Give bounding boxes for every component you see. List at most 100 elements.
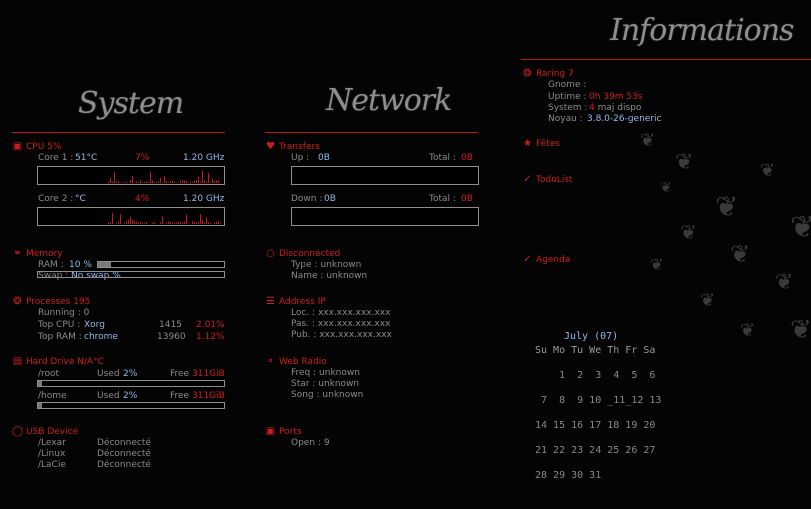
cpu-graph-bar [116, 181, 117, 183]
cpu-graph-bar [166, 181, 167, 183]
transfer-icon: ♥ [266, 141, 275, 152]
cpu-graph-bar [174, 181, 175, 183]
system-heading: System [78, 86, 184, 121]
cpu-graph-bar [218, 180, 219, 183]
freq-row: Freq : unknown [291, 368, 360, 378]
top-ram-name: chrome [84, 332, 118, 342]
up-label: Up : [291, 153, 310, 163]
cpu-graph-bar [174, 222, 175, 224]
cpu-graph-bar [180, 221, 181, 224]
up-total: 0B [461, 153, 473, 163]
cpu-graph-bar [170, 181, 171, 183]
calendar-week: 1 2 3 4 5 6 [535, 370, 656, 381]
cpu-graph-bar [204, 180, 205, 183]
cpu-graph-bar [176, 182, 177, 183]
leaf-icon: ❦ [790, 210, 811, 245]
cpu-graph-bar [154, 222, 155, 224]
down-total-label: Total : [429, 194, 456, 204]
cpu-graph-bar [200, 181, 201, 183]
core1-pct: 7% [135, 153, 150, 163]
leaf-icon: ❦ [775, 270, 794, 295]
cpu-graph-bar [144, 182, 145, 183]
top-cpu-pct: 2.01% [196, 320, 225, 330]
upload-graph [291, 166, 479, 185]
cpu-graph-bar [192, 181, 193, 183]
cpu-graph-bar [178, 221, 179, 224]
leaf-icon: ❦ [680, 220, 697, 244]
cpu-graph-bar [152, 222, 153, 224]
cpu-graph-bar [150, 171, 151, 183]
cpu-graph-bar [208, 222, 209, 224]
usb-icon: ◯ [12, 426, 24, 437]
swap-bar-frame [37, 271, 225, 278]
cpu-graph-bar [142, 182, 143, 183]
cpu-graph-bar [138, 222, 139, 224]
cpu-graph-bar [128, 219, 129, 224]
cpu-graph-bar [158, 181, 159, 183]
core2-temp: °C [75, 194, 86, 204]
cpu-graph-bar [202, 171, 203, 183]
cpu-graph-bar [136, 221, 137, 224]
core1-label: Core 1 : [38, 153, 74, 163]
cpu-graph-bar [126, 221, 127, 224]
system-divider [12, 132, 225, 133]
processes-section-title: ❂ Processes 195 [13, 296, 91, 307]
core2-pct: 4% [135, 194, 150, 204]
checkmark-icon: ✓ [523, 174, 532, 185]
usb-device-status: Déconnecté [97, 460, 151, 470]
root-used-label: Used [97, 369, 120, 379]
cpu-graph-bar [110, 222, 111, 224]
info-divider [521, 59, 811, 60]
home-bar-fill [38, 403, 42, 408]
cpu-section-title: ▣ CPU 5% [12, 141, 62, 152]
maple-leaves-decoration: ❦ ❦ ❦ ❦ ❦ ❦ ❦ ❦ ❦ ❦ ❦ ❦ ❦ [620, 120, 811, 350]
usb-device-name: /LaCie [38, 460, 66, 470]
home-mount: /home [38, 391, 67, 401]
cpu-graph-bar [154, 182, 155, 183]
network-divider [265, 132, 478, 133]
cpu-graph-bar [216, 221, 217, 224]
calendar-title: July (07) [564, 331, 619, 342]
home-free-label: Free [170, 391, 190, 401]
cpu-graph-bar [160, 222, 161, 224]
cpu-graph-bar [160, 177, 161, 183]
root-free-label: Free [170, 369, 190, 379]
down-label: Down : [291, 194, 323, 204]
up-value: 0B [318, 153, 330, 163]
home-used: 2% [123, 391, 138, 401]
core1-freq: 1.20 GHz [183, 153, 225, 163]
uptime-value: 0h 39m 53s [589, 92, 643, 102]
cpu-graph-bar [130, 180, 131, 183]
gear-icon: ❂ [13, 296, 22, 307]
type-row: Type : unknown [291, 260, 362, 270]
checkmark-icon: ✓ [523, 254, 532, 265]
root-mount: /root [38, 369, 60, 379]
calendar-week: 21 22 23 24 25 26 27 [535, 445, 656, 456]
cpu-chip-icon: ▣ [12, 141, 23, 152]
top-cpu-pid: 1415 [159, 320, 182, 330]
ram-bar-fill [98, 262, 111, 267]
hdd-section-title: ▤ Hard Drive N/A°C [12, 356, 104, 367]
transfers-section-title: ♥ Transfers [266, 141, 320, 152]
ram-bar [97, 261, 225, 268]
cpu-graph-bar [168, 221, 169, 224]
radio-section-title: ⚬ Web Radio [266, 356, 327, 367]
cpu-graph-bar [196, 180, 197, 183]
cpu-graph-bar [214, 222, 215, 224]
leaf-icon: ❦ [740, 320, 756, 341]
down-total: 0B [461, 194, 473, 204]
cpu-graph-bar [122, 182, 123, 183]
cpu-graph-bar [186, 181, 187, 183]
leaf-icon: ❦ [730, 240, 751, 268]
cpu-graph-bar [112, 181, 113, 183]
top-ram-pid: 13960 [157, 332, 186, 342]
fetes-section-title: ★ Fêtes [523, 138, 560, 149]
cpu-graph-bar [202, 220, 203, 224]
cpu-graph-bar [120, 214, 121, 224]
cpu-graph-bar [146, 180, 147, 183]
cpu-graph-bar [176, 222, 177, 224]
kernel-label: Noyau : [548, 114, 583, 124]
cpu-graph-bar [144, 223, 145, 224]
leaf-icon: ❦ [675, 150, 694, 175]
cpu-graph-bar [130, 216, 131, 224]
